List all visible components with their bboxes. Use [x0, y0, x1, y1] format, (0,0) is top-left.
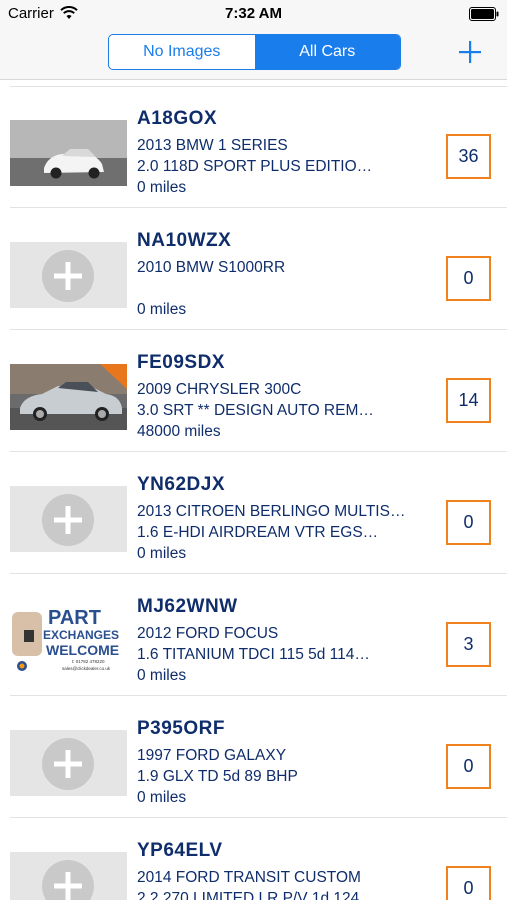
part-exchange-email: sales@clickdealer.co.uk: [62, 666, 111, 671]
add-car-button[interactable]: [453, 32, 487, 72]
mileage-label: 0 miles: [137, 301, 187, 318]
car-list-item[interactable]: YN62DJX 2013 CITROEN BERLINGO MULTIS… 1.6 …: [0, 452, 507, 574]
vehicle-spec: 2.2 270 LIMITED LR P/V 1d 124…: [137, 890, 375, 900]
mileage-label: 0 miles: [137, 667, 187, 684]
vehicle-title: 2010 BMW S1000RR: [137, 259, 286, 276]
battery-icon: [469, 7, 499, 21]
registration-label: MJ62WNW: [137, 596, 238, 617]
image-count-button[interactable]: 0: [446, 500, 491, 545]
vehicle-spec: 1.6 TITANIUM TDCI 115 5d 114…: [137, 646, 370, 663]
segment-all-cars[interactable]: All Cars: [254, 35, 400, 69]
car-thumbnail[interactable]: [10, 120, 127, 186]
car-list-item[interactable]: YP64ELV 2014 FORD TRANSIT CUSTOM 2.2 270 L…: [0, 818, 507, 900]
vehicle-title: 2009 CHRYSLER 300C: [137, 381, 302, 398]
registration-label: YP64ELV: [137, 840, 223, 861]
registration-label: FE09SDX: [137, 352, 225, 373]
segment-no-images[interactable]: No Images: [109, 35, 255, 69]
part-exchange-line-a: PART: [48, 608, 101, 629]
add-photo-icon: [42, 738, 94, 790]
mileage-label: 48000 miles: [137, 423, 221, 440]
status-time: 7:32 AM: [225, 5, 282, 22]
part-exchange-line-c: WELCOME: [46, 642, 120, 658]
part-exchange-line-b: EXCHANGES: [43, 628, 120, 642]
registration-label: NA10WZX: [137, 230, 232, 251]
vehicle-spec: 2.0 118D SPORT PLUS EDITIO…: [137, 158, 373, 175]
plus-icon: [459, 41, 481, 63]
car-list-item[interactable]: P395ORF 1997 FORD GALAXY 1.9 GLX TD 5d 89 …: [0, 696, 507, 818]
vehicle-title: 2013 CITROEN BERLINGO MULTIS…: [137, 503, 406, 520]
car-thumbnail[interactable]: [10, 242, 127, 308]
registration-label: YN62DJX: [137, 474, 225, 495]
car-thumbnail[interactable]: [10, 730, 127, 796]
car-thumbnail[interactable]: [10, 364, 127, 430]
vehicle-title: 1997 FORD GALAXY: [137, 747, 287, 764]
registration-label: P395ORF: [137, 718, 225, 739]
car-list-item[interactable]: PART EXCHANGES WELCOME t: 01782 478220 sales…: [0, 574, 507, 696]
mileage-label: 0 miles: [137, 179, 187, 196]
car-list-item[interactable]: A18GOX 2013 BMW 1 SERIES 2.0 118D SPORT PL…: [0, 86, 507, 208]
add-photo-icon: [42, 494, 94, 546]
image-count-button[interactable]: 0: [446, 256, 491, 301]
image-count-button[interactable]: 36: [446, 134, 491, 179]
car-thumbnail[interactable]: [10, 852, 127, 900]
image-count-button[interactable]: 3: [446, 622, 491, 667]
car-list-item[interactable]: FE09SDX 2009 CHRYSLER 300C 3.0 SRT ** DESI…: [0, 330, 507, 452]
image-count-button[interactable]: 14: [446, 378, 491, 423]
vehicle-spec: 3.0 SRT ** DESIGN AUTO REM…: [137, 402, 374, 419]
vehicle-title: 2014 FORD TRANSIT CUSTOM: [137, 869, 361, 886]
part-exchange-phone: t: 01782 478220: [72, 659, 105, 664]
car-list-item[interactable]: NA10WZX 2010 BMW S1000RR 0 miles 0: [0, 208, 507, 330]
vehicle-title: 2013 BMW 1 SERIES: [137, 137, 288, 154]
car-photo: [10, 120, 127, 186]
status-bar: Carrier 7:32 AM: [0, 0, 507, 28]
car-list: A18GOX 2013 BMW 1 SERIES 2.0 118D SPORT PL…: [0, 86, 507, 900]
add-photo-icon: [42, 860, 94, 900]
vehicle-title: 2012 FORD FOCUS: [137, 625, 279, 642]
registration-label: A18GOX: [137, 108, 218, 129]
car-photo: [10, 364, 127, 430]
nav-bar: No Images All Cars: [0, 28, 507, 80]
car-thumbnail[interactable]: PART EXCHANGES WELCOME t: 01782 478220 sales…: [10, 608, 127, 674]
segmented-control: No Images All Cars: [108, 34, 401, 70]
vehicle-spec: 1.9 GLX TD 5d 89 BHP: [137, 768, 298, 785]
mileage-label: 0 miles: [137, 789, 187, 806]
vehicle-spec: 1.6 E-HDI AIRDREAM VTR EGS…: [137, 524, 379, 541]
image-count-button[interactable]: 0: [446, 866, 491, 900]
image-count-button[interactable]: 0: [446, 744, 491, 789]
add-photo-icon: [42, 250, 94, 302]
mileage-label: 0 miles: [137, 545, 187, 562]
car-thumbnail[interactable]: [10, 486, 127, 552]
